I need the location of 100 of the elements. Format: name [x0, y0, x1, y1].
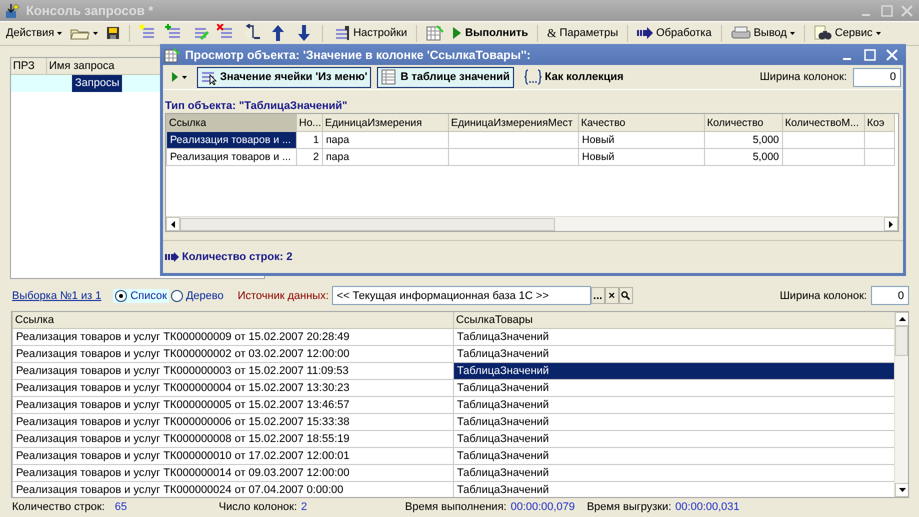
floppy-icon	[106, 26, 120, 40]
table-cell: ТаблицаЗначений	[454, 448, 896, 465]
column-header[interactable]: Но...	[296, 114, 322, 132]
play-icon	[452, 26, 462, 40]
search-icon	[621, 291, 630, 300]
processing-button[interactable]: Обработка	[635, 23, 714, 44]
column-header[interactable]: ЕдиницаИзмерения	[322, 114, 448, 132]
field-button[interactable]: ...	[590, 287, 605, 304]
caret-icon	[93, 32, 98, 35]
query-name[interactable]: Запросы	[72, 74, 122, 92]
table-icon	[426, 24, 444, 42]
table-cell: 5,000	[704, 131, 782, 148]
table-cell: ТаблицаЗначений	[454, 380, 896, 397]
output-menu[interactable]: Вывод	[728, 23, 797, 44]
arrow-icon	[637, 27, 654, 40]
status-label: Количество строк:	[12, 501, 105, 514]
view-mode-button[interactable]: В таблице значений	[377, 66, 514, 88]
table-cell: Реализация товаров и услуг ТК000000008 от 15.02.2007 18:55:19	[12, 430, 454, 448]
column-header[interactable]: ЕдиницаИзмеренияМест	[448, 114, 578, 132]
table-cell: Реализация товаров и услуг ТК000000024 от 07.04.2007 0:00:00	[12, 482, 454, 497]
status-label: Время выполнения:	[405, 501, 507, 514]
table-icon	[381, 69, 398, 86]
column-header[interactable]: СсылкаТовары	[454, 312, 896, 329]
table-cell: Реализация товаров и услуг ТК000000009 от 15.02.2007 20:28:49	[12, 328, 454, 346]
selection-link[interactable]: Выборка №1 из 1	[12, 290, 102, 302]
radio-icon	[115, 290, 128, 302]
caret-icon	[876, 32, 881, 35]
service-menu[interactable]: Сервис	[812, 23, 883, 44]
table-cell: 2	[296, 148, 322, 166]
table-cell: Реализация товаров и услуг ТК000000004 от 15.02.2007 13:30:23	[12, 380, 454, 397]
table-cell: ТаблицаЗначений	[454, 328, 896, 346]
status-label: Число колонок:	[218, 501, 298, 514]
status-value: 00:00:00,031	[675, 501, 740, 514]
table-cell: Реализация товаров и ...	[166, 148, 296, 166]
caret-icon	[57, 32, 62, 35]
scroll-left-icon	[171, 220, 175, 228]
table-cell: ТаблицаЗначений	[454, 430, 896, 448]
table-cell: ТаблицаЗначений	[454, 414, 896, 431]
scroll-thumb[interactable]	[895, 326, 908, 356]
field-label: Источник данных:	[238, 290, 329, 302]
column-header[interactable]: Ссылка	[12, 312, 454, 329]
status-value: 65	[114, 501, 128, 514]
table-cell: 1	[296, 131, 322, 148]
table-cell: Реализация товаров и услуг ТК000000002 от 03.02.2007 12:00:00	[12, 346, 454, 363]
scroll-right-icon	[889, 220, 893, 228]
table-cell: Новый	[578, 148, 704, 166]
scroll-up-icon	[898, 316, 906, 321]
scroll-down-icon	[898, 488, 906, 492]
table-icon	[164, 46, 180, 63]
view-mode-radio[interactable]: Дерево	[168, 288, 226, 303]
app-icon	[4, 2, 20, 19]
parameters-button[interactable]: & Параметры	[545, 23, 620, 44]
settings-button[interactable]: Настройки	[330, 23, 410, 44]
list-cursor-icon	[201, 69, 217, 86]
caret-icon	[790, 32, 795, 35]
table-cell: Реализация товаров и услуг ТК000000005 от 15.02.2007 13:46:57	[12, 396, 454, 414]
table-cell: Реализация товаров и услуг ТК000000006 от 15.02.2007 15:33:38	[12, 414, 454, 431]
table-cell: Реализация товаров и ...	[166, 131, 296, 148]
field-label: Ширина колонок:	[780, 290, 867, 302]
view-mode-button[interactable]: Значение ячейки 'Из меню'	[197, 66, 372, 88]
arrow-icon	[165, 252, 179, 262]
run-button[interactable]: Выполнить	[450, 23, 530, 44]
field-button[interactable]: ×	[604, 287, 619, 304]
binoculars-icon	[814, 25, 832, 42]
data-source-field[interactable]: << Текущая информационная база 1С >>	[332, 286, 591, 306]
window-title: Консоль запросов *	[26, 3, 154, 18]
scroll-thumb[interactable]	[180, 218, 555, 230]
table-wizard-button[interactable]	[424, 23, 446, 44]
table-cell: пара	[322, 131, 448, 148]
printer-icon	[730, 26, 751, 40]
view-mode-radio[interactable]: Список	[113, 288, 169, 303]
table-cell: ТаблицаЗначений	[454, 464, 896, 482]
column-header[interactable]: КоличествоМ...	[782, 114, 864, 132]
column-header[interactable]: Ссылка	[166, 114, 296, 132]
object-type-label: Тип объекта: "ТаблицаЗначений"	[165, 100, 348, 112]
table-cell: Реализация товаров и услуг ТК000000010 от 17.02.2007 12:00:01	[12, 448, 454, 465]
status-value: 00:00:00,079	[510, 501, 575, 514]
column-header[interactable]: Коэ	[864, 114, 894, 132]
table-cell: Реализация товаров и услуг ТК000000014 от 09.03.2007 12:00:00	[12, 464, 454, 482]
status-value: 2	[301, 501, 308, 514]
table-cell: пара	[322, 148, 448, 166]
table-cell: ТаблицаЗначений	[454, 362, 896, 380]
row-count: Количество строк: 2	[182, 251, 292, 263]
status-label: Время выгрузки:	[586, 501, 672, 514]
field-label: Ширина колонок:	[760, 71, 847, 84]
column-header[interactable]: ПРЗ	[11, 58, 47, 74]
radio-icon	[170, 290, 183, 302]
search-button[interactable]	[618, 287, 633, 304]
play-icon	[171, 71, 179, 84]
column-header[interactable]: Количество	[704, 114, 782, 132]
column-header[interactable]: Качество	[578, 114, 704, 132]
view-mode-button[interactable]: Как коллекция	[520, 66, 628, 88]
table-cell: Реализация товаров и услуг ТК000000003 от 15.02.2007 11:09:53	[12, 362, 454, 380]
actions-menu[interactable]: Действия	[4, 23, 64, 44]
column-width-field[interactable]: 0	[871, 286, 909, 306]
braces-icon	[524, 69, 542, 86]
column-width-field[interactable]: 0	[853, 68, 901, 87]
table-cell: 5,000	[704, 148, 782, 166]
table-cell: ТаблицаЗначений	[454, 396, 896, 414]
table-cell: Новый	[578, 131, 704, 148]
